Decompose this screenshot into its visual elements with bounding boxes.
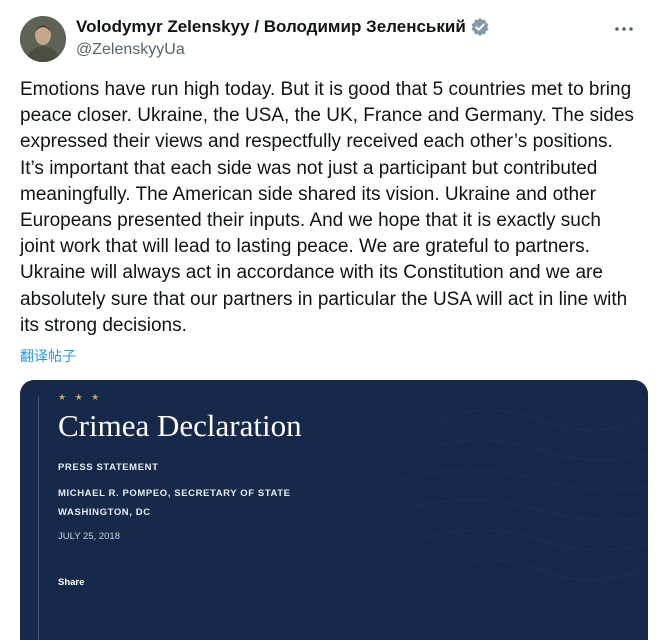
avatar[interactable]	[20, 16, 66, 62]
author-name-row: Volodymyr Zelenskyy / Володимир Зеленськ…	[76, 17, 490, 37]
author-display-name[interactable]: Volodymyr Zelenskyy / Володимир Зеленськ…	[76, 17, 466, 37]
verified-badge-icon	[470, 17, 490, 37]
attached-image-card[interactable]: ★ ★ ★ Crimea Declaration PRESS STATEMENT…	[20, 380, 648, 640]
card-vertical-rule	[38, 396, 39, 640]
card-location: WASHINGTON, DC	[58, 507, 151, 518]
card-stars-decoration: ★ ★ ★	[58, 392, 103, 402]
card-statement-type: PRESS STATEMENT	[58, 462, 159, 473]
more-options-icon[interactable]	[614, 16, 634, 37]
card-share-link[interactable]: Share	[58, 577, 84, 588]
translate-post-link[interactable]: 翻译帖子	[20, 346, 76, 366]
card-author-line: MICHAEL R. POMPEO, SECRETARY OF STATE	[58, 488, 291, 499]
card-date: JULY 25, 2018	[58, 531, 120, 542]
card-title: Crimea Declaration	[58, 408, 302, 443]
tweet-text: Emotions have run high today. But it is …	[20, 79, 634, 336]
author-handle[interactable]: @ZelenskyyUa	[76, 41, 185, 59]
